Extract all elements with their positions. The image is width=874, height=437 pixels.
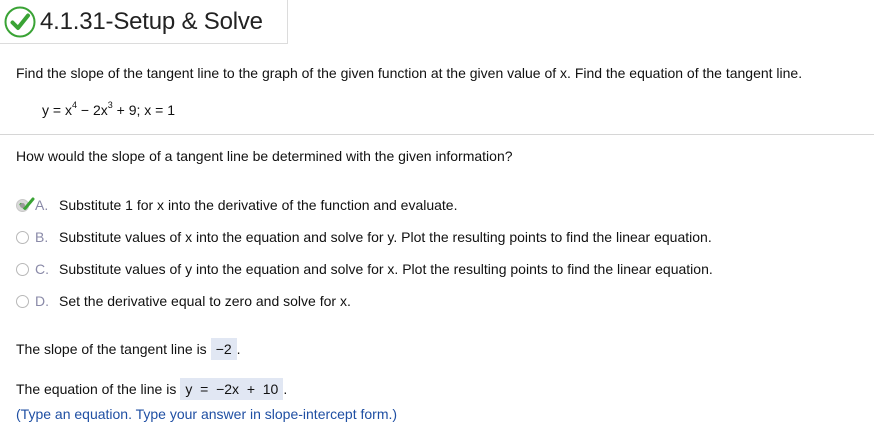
slope-answer-box[interactable]: −2: [210, 338, 237, 360]
radio-b[interactable]: [16, 230, 29, 244]
page-title: 4.1.31-Setup & Solve: [40, 7, 263, 35]
correct-check-icon: [4, 6, 36, 37]
slope-period: .: [236, 341, 241, 357]
option-d[interactable]: D. Set the derivative equal to zero and …: [16, 290, 351, 312]
line-equation-period: .: [283, 381, 288, 397]
question-prompt: How would the slope of a tangent line be…: [16, 148, 513, 164]
radio-d[interactable]: [16, 294, 29, 308]
option-text: Set the derivative equal to zero and sol…: [59, 293, 351, 309]
option-text: Substitute values of y into the equation…: [59, 261, 713, 277]
option-letter: A.: [35, 197, 49, 213]
answer-hint: (Type an equation. Type your answer in s…: [16, 406, 398, 422]
question-instruction: Find the slope of the tangent line to th…: [16, 65, 803, 81]
option-b[interactable]: B. Substitute values of x into the equat…: [16, 226, 712, 248]
radio-a[interactable]: [16, 197, 35, 212]
option-c[interactable]: C. Substitute values of y into the equat…: [16, 258, 713, 280]
line-equation-statement: The equation of the line is y = −2x + 10.: [16, 378, 287, 400]
divider: [0, 134, 874, 135]
option-letter: D.: [35, 293, 49, 309]
slope-statement: The slope of the tangent line is −2.: [16, 338, 241, 360]
option-letter: C.: [35, 261, 49, 277]
correct-check-icon: [19, 197, 35, 210]
slope-label: The slope of the tangent line is: [16, 341, 207, 357]
option-text: Substitute 1 for x into the derivative o…: [59, 197, 458, 213]
line-equation-answer-box[interactable]: y = −2x + 10: [180, 378, 284, 400]
line-equation-label: The equation of the line is: [16, 381, 177, 397]
function-equation: y = x4 − 2x3 + 9; x = 1: [42, 100, 176, 119]
option-text: Substitute values of x into the equation…: [59, 229, 712, 245]
option-a[interactable]: A. Substitute 1 for x into the derivativ…: [16, 194, 457, 216]
radio-c[interactable]: [16, 262, 29, 276]
option-letter: B.: [35, 229, 49, 245]
title-box: 4.1.31-Setup & Solve: [0, 0, 288, 44]
